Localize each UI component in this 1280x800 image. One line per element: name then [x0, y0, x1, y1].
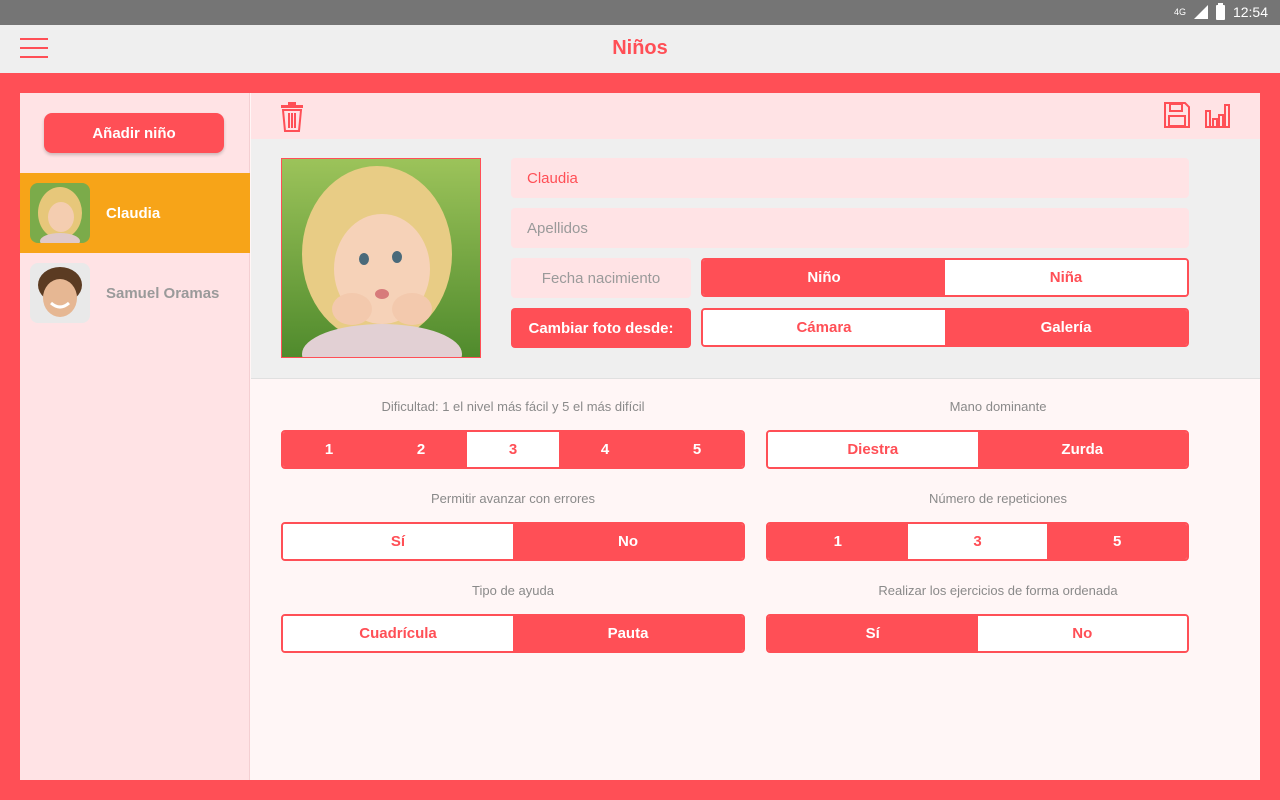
gender-option-nina[interactable]: Niña [945, 260, 1187, 295]
avatar [30, 263, 90, 323]
repetitions-selector: 1 3 5 [766, 522, 1189, 561]
toolbar [251, 93, 1260, 139]
status-bar: 4G 12:54 [0, 0, 1280, 25]
child-detail: Claudia Apellidos Fecha nacimiento Niño … [251, 93, 1260, 780]
difficulty-option-3[interactable]: 3 [467, 432, 559, 467]
profile-section: Claudia Apellidos Fecha nacimiento Niño … [251, 139, 1260, 379]
hand-option-left[interactable]: Zurda [977, 432, 1187, 467]
difficulty-option-1[interactable]: 1 [283, 432, 375, 467]
child-name: Claudia [106, 204, 161, 222]
help-label: Tipo de ayuda [472, 583, 554, 598]
difficulty-option-4[interactable]: 4 [559, 432, 651, 467]
change-photo-label: Cambiar foto desde: [511, 308, 691, 348]
help-option-grid[interactable]: Cuadrícula [283, 616, 513, 651]
photo-source-selector: Cámara Galería [701, 308, 1189, 347]
page-title: Niños [612, 37, 668, 59]
difficulty-label: Dificultad: 1 el nivel más fácil y 5 el … [381, 399, 645, 414]
children-sidebar: Añadir niño Claudia Samuel Oramas [20, 93, 250, 780]
last-name-field[interactable]: Apellidos [511, 208, 1189, 248]
errors-option-yes[interactable]: Sí [283, 524, 513, 559]
add-child-button[interactable]: Añadir niño [44, 113, 224, 153]
help-selector: Cuadrícula Pauta [281, 614, 745, 653]
gender-selector: Niño Niña [701, 258, 1189, 297]
battery-icon [1215, 2, 1225, 20]
ordered-selector: Sí No [766, 614, 1189, 653]
gender-option-nino[interactable]: Niño [703, 260, 945, 295]
errors-option-no[interactable]: No [513, 524, 743, 559]
difficulty-option-2[interactable]: 2 [375, 432, 467, 467]
photo-source-gallery[interactable]: Galería [945, 310, 1187, 345]
hand-selector: Diestra Zurda [766, 430, 1189, 469]
save-icon[interactable] [1163, 101, 1193, 131]
difficulty-option-5[interactable]: 5 [651, 432, 743, 467]
ordered-label: Realizar los ejercicios de forma ordenad… [878, 583, 1118, 598]
errors-label: Permitir avanzar con errores [431, 491, 595, 506]
errors-selector: Sí No [281, 522, 745, 561]
birthdate-field[interactable]: Fecha nacimiento [511, 258, 691, 298]
ordered-option-no[interactable]: No [977, 616, 1187, 651]
ordered-option-yes[interactable]: Sí [768, 616, 978, 651]
repetitions-option-5[interactable]: 5 [1047, 524, 1187, 559]
stats-icon[interactable] [1203, 101, 1233, 131]
child-name: Samuel Oramas [106, 284, 220, 302]
child-item-claudia[interactable]: Claudia [20, 173, 250, 253]
signal-icon [1193, 5, 1208, 19]
help-option-lines[interactable]: Pauta [513, 616, 743, 651]
child-item-samuel[interactable]: Samuel Oramas [20, 253, 250, 333]
avatar [30, 183, 90, 243]
repetitions-option-3[interactable]: 3 [907, 524, 1048, 559]
trash-icon[interactable] [279, 101, 309, 132]
hand-option-right[interactable]: Diestra [768, 432, 978, 467]
app-bar: Niños [0, 25, 1280, 73]
network-type: 4G [1173, 7, 1186, 17]
difficulty-selector: 1 2 3 4 5 [281, 430, 745, 469]
first-name-field[interactable]: Claudia [511, 158, 1189, 198]
repetitions-label: Número de repeticiones [928, 491, 1068, 506]
hand-label: Mano dominante [949, 399, 1047, 414]
clock: 12:54 [1232, 4, 1268, 20]
photo-source-camera[interactable]: Cámara [703, 310, 945, 345]
child-photo[interactable] [281, 158, 481, 358]
repetitions-option-1[interactable]: 1 [768, 524, 908, 559]
content-frame: Añadir niño Claudia Samuel Oramas Claudi… [20, 93, 1260, 780]
